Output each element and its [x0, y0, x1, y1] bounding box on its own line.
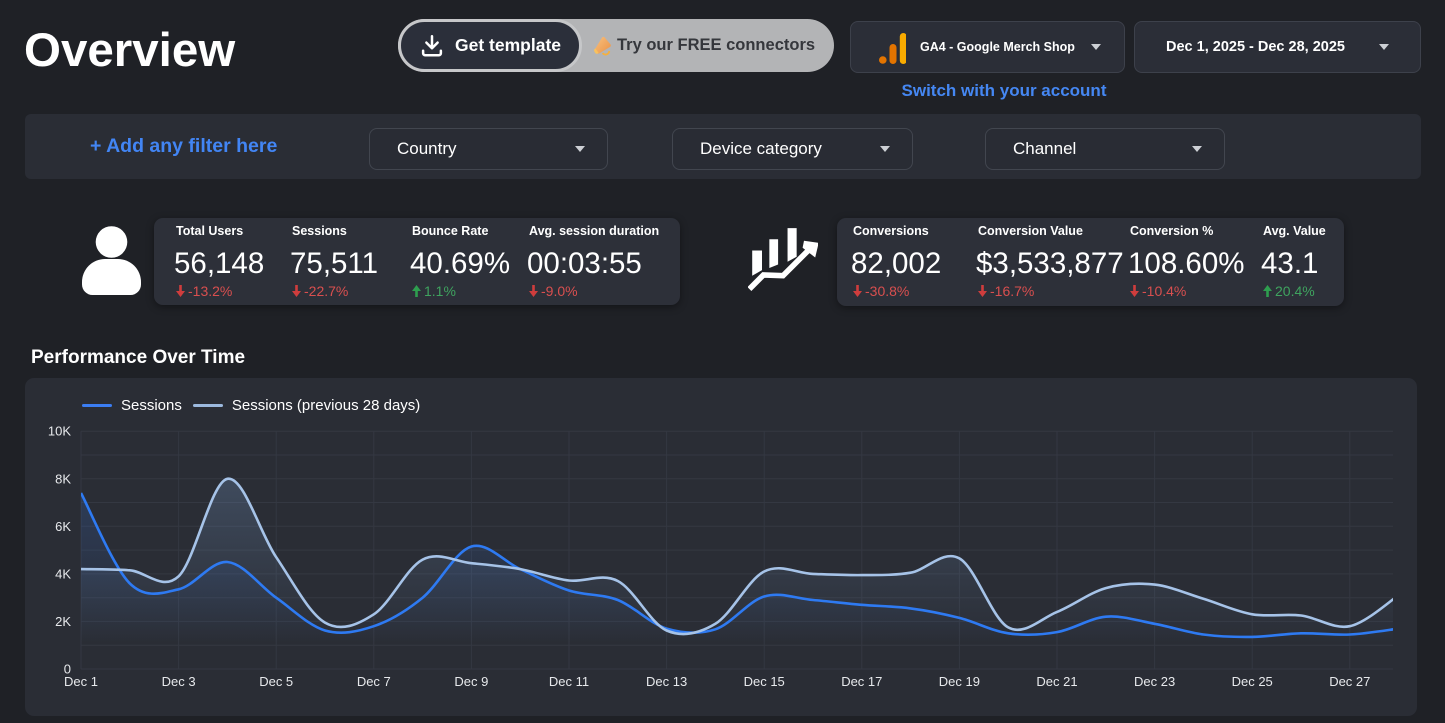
- svg-text:Dec 3: Dec 3: [162, 674, 196, 689]
- svg-text:2K: 2K: [55, 614, 71, 629]
- svg-text:8K: 8K: [55, 471, 71, 486]
- svg-text:Dec 5: Dec 5: [259, 674, 293, 689]
- svg-text:6K: 6K: [55, 519, 71, 534]
- svg-text:Dec 9: Dec 9: [454, 674, 488, 689]
- svg-text:Dec 25: Dec 25: [1232, 674, 1273, 689]
- svg-text:Dec 15: Dec 15: [744, 674, 785, 689]
- svg-text:4K: 4K: [55, 566, 71, 581]
- svg-text:Dec 11: Dec 11: [549, 674, 589, 689]
- svg-text:Dec 1: Dec 1: [64, 674, 98, 689]
- svg-text:Dec 7: Dec 7: [357, 674, 391, 689]
- svg-text:10K: 10K: [48, 424, 71, 439]
- svg-text:Dec 19: Dec 19: [939, 674, 980, 689]
- svg-text:Dec 23: Dec 23: [1134, 674, 1175, 689]
- svg-text:Dec 13: Dec 13: [646, 674, 687, 689]
- svg-text:Dec 17: Dec 17: [841, 674, 882, 689]
- svg-text:Dec 27: Dec 27: [1329, 674, 1370, 689]
- svg-text:Dec 21: Dec 21: [1036, 674, 1077, 689]
